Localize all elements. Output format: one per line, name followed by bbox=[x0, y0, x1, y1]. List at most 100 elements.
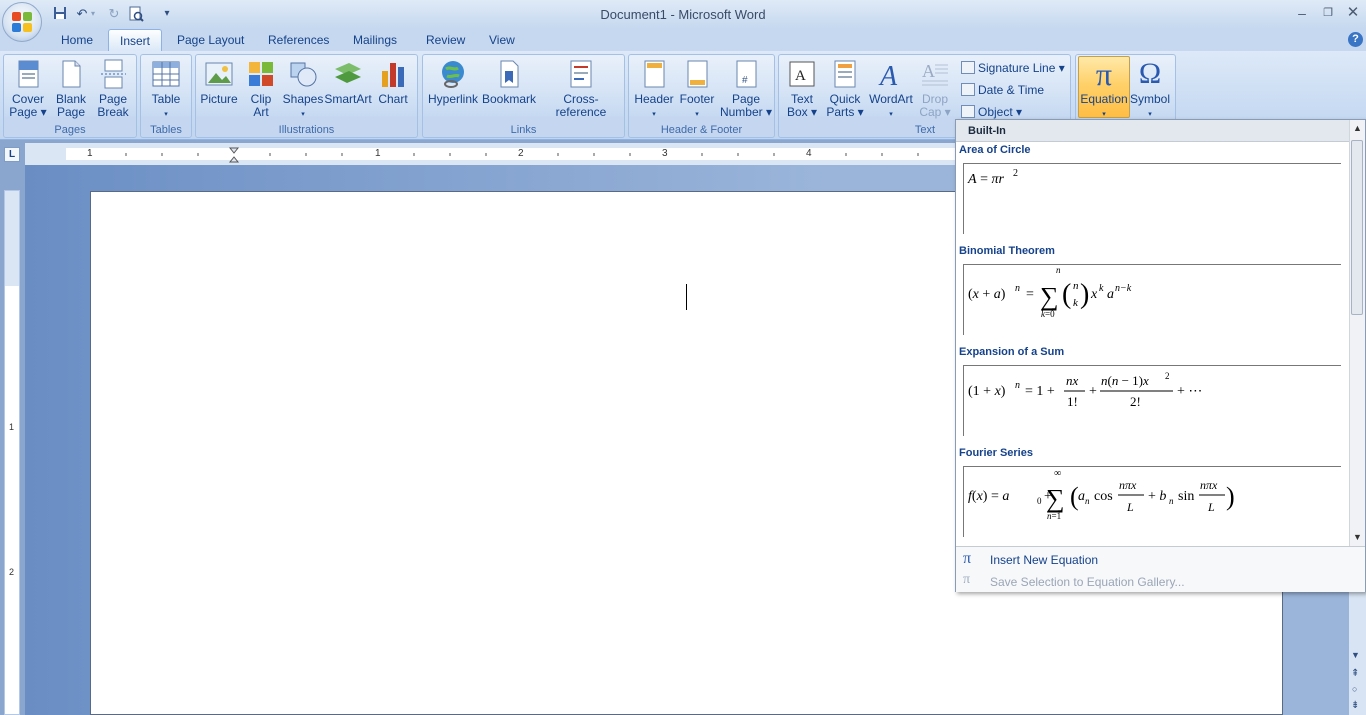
quick-parts-button[interactable]: Quick Parts ▾ bbox=[823, 59, 867, 119]
svg-text:2: 2 bbox=[1013, 168, 1018, 179]
date-time-label: Date & Time bbox=[978, 83, 1045, 97]
svg-text:+ b: + b bbox=[1148, 489, 1166, 504]
page-break-icon bbox=[101, 59, 126, 89]
object-button[interactable]: Object ▾ bbox=[961, 104, 1022, 120]
gallery-scroll-down-icon[interactable]: ▼ bbox=[1353, 532, 1362, 542]
wordart-dropdown-icon: ▾ bbox=[889, 111, 893, 118]
tab-view[interactable]: View bbox=[478, 29, 526, 51]
equation-item-expansion-of-a-sum[interactable]: (1 + x) n = 1 + nx 1! + n(n − 1)x 2 2! +… bbox=[963, 365, 1341, 436]
table-dropdown-icon: ▾ bbox=[164, 111, 168, 118]
expansion-of-a-sum-formula: (1 + x) n = 1 + nx 1! + n(n − 1)x 2 2! +… bbox=[968, 371, 1202, 409]
office-button[interactable] bbox=[2, 2, 42, 42]
svg-text:n: n bbox=[1015, 380, 1020, 391]
restore-icon[interactable]: ❐ bbox=[1316, 4, 1340, 22]
close-icon[interactable]: ✕ bbox=[1341, 4, 1365, 22]
page-break-label-1: Page bbox=[98, 92, 128, 106]
insert-new-equation-item[interactable]: Insert New Equation bbox=[990, 553, 1098, 567]
equation-button[interactable]: π Equation ▾ bbox=[1078, 56, 1130, 118]
svg-text:0: 0 bbox=[1037, 496, 1042, 506]
wordart-button[interactable]: A WordArt ▾ bbox=[867, 59, 915, 121]
symbol-button[interactable]: Ω Symbol ▾ bbox=[1127, 59, 1173, 121]
page-number-button[interactable]: # Page Number ▾ bbox=[719, 59, 773, 119]
undo-dropdown-icon[interactable]: ▾ bbox=[88, 6, 98, 22]
tab-page-layout[interactable]: Page Layout bbox=[166, 29, 255, 51]
signature-line-label: Signature Line ▾ bbox=[978, 61, 1065, 75]
svg-text:n(n − 1)x: n(n − 1)x bbox=[1101, 373, 1149, 388]
tab-mailings[interactable]: Mailings bbox=[342, 29, 408, 51]
symbol-label: Symbol bbox=[1129, 92, 1170, 106]
text-box-icon: A bbox=[789, 61, 815, 87]
tab-references[interactable]: References bbox=[257, 29, 340, 51]
equation-name-area-of-circle: Area of Circle bbox=[959, 144, 1031, 156]
text-box-button[interactable]: A Text Box ▾ bbox=[782, 59, 822, 119]
scroll-down-icon[interactable]: ▼ bbox=[1351, 650, 1360, 660]
table-button[interactable]: Table ▾ bbox=[144, 59, 188, 121]
equation-name-expansion-of-a-sum: Expansion of a Sum bbox=[959, 346, 1065, 358]
svg-text:k=0: k=0 bbox=[1041, 309, 1055, 319]
select-browse-object-icon[interactable]: ○ bbox=[1352, 684, 1357, 694]
svg-text:∑: ∑ bbox=[1046, 484, 1065, 513]
gallery-scroll-thumb[interactable] bbox=[1351, 140, 1363, 315]
cover-page-label-1: Cover bbox=[11, 92, 44, 106]
shapes-icon bbox=[290, 62, 317, 87]
customize-qat-icon[interactable]: ▾ bbox=[158, 6, 176, 22]
equation-item-area-of-circle[interactable]: A = πr 2 bbox=[963, 163, 1341, 234]
signature-line-button[interactable]: Signature Line ▾ bbox=[961, 60, 1065, 76]
help-icon[interactable]: ? bbox=[1348, 32, 1363, 47]
svg-text:= 1 +: = 1 + bbox=[1025, 384, 1055, 399]
clip-art-label-1: Clip bbox=[250, 92, 272, 106]
chart-button[interactable]: Chart bbox=[372, 59, 414, 106]
tab-home[interactable]: Home bbox=[50, 29, 104, 51]
header-button[interactable]: Header ▾ bbox=[632, 59, 676, 121]
chart-icon bbox=[382, 63, 404, 87]
ruler-label: 1 bbox=[375, 148, 381, 159]
smartart-button[interactable]: SmartArt bbox=[324, 59, 372, 106]
footer-label: Footer bbox=[679, 92, 715, 106]
cross-reference-button[interactable]: Cross-reference bbox=[539, 59, 623, 119]
bookmark-button[interactable]: Bookmark bbox=[481, 59, 537, 106]
print-preview-icon[interactable] bbox=[127, 6, 145, 22]
drop-cap-button[interactable]: A Drop Cap ▾ bbox=[915, 59, 955, 119]
redo-icon[interactable]: ↻ bbox=[105, 6, 123, 22]
equation-dropdown-icon: ▾ bbox=[1102, 111, 1106, 118]
pi-icon: π bbox=[1095, 56, 1113, 92]
shapes-button[interactable]: Shapes ▾ bbox=[282, 59, 324, 121]
tab-selector[interactable]: L bbox=[4, 147, 20, 162]
picture-button[interactable]: Picture bbox=[198, 59, 240, 106]
blank-page-icon bbox=[62, 60, 81, 88]
bookmark-label: Bookmark bbox=[481, 92, 537, 106]
blank-page-button[interactable]: Blank Page bbox=[50, 59, 92, 119]
group-header-footer: Header & Footer Header ▾ Footer ▾ # Page… bbox=[628, 54, 775, 138]
svg-text:n: n bbox=[1169, 496, 1174, 506]
page-break-button[interactable]: Page Break bbox=[92, 59, 134, 119]
svg-text:a: a bbox=[1107, 287, 1114, 302]
minimize-icon[interactable]: – bbox=[1290, 4, 1314, 22]
blank-page-label-1: Blank bbox=[55, 92, 87, 106]
tab-review[interactable]: Review bbox=[415, 29, 476, 51]
footer-button[interactable]: Footer ▾ bbox=[675, 59, 719, 121]
svg-text:a: a bbox=[1078, 489, 1085, 504]
date-time-icon bbox=[961, 83, 975, 96]
picture-label: Picture bbox=[200, 92, 238, 106]
group-label: Pages bbox=[54, 124, 86, 136]
bookmark-icon bbox=[500, 60, 519, 88]
equation-item-binomial-theorem[interactable]: (x + a) n = n ∑ k=0 ( n k ) x k a n−k bbox=[963, 264, 1341, 335]
date-time-button[interactable]: Date & Time bbox=[961, 82, 1044, 98]
svg-text:n=1: n=1 bbox=[1047, 511, 1061, 521]
hyperlink-button[interactable]: Hyperlink bbox=[426, 59, 480, 106]
header-label: Header bbox=[634, 92, 674, 106]
cover-page-button[interactable]: Cover Page ▾ bbox=[6, 59, 50, 119]
gallery-scroll-up-icon[interactable]: ▲ bbox=[1353, 123, 1362, 133]
svg-text:sin: sin bbox=[1178, 489, 1194, 504]
next-page-icon[interactable]: ⇟ bbox=[1351, 700, 1359, 711]
group-tables: Tables Table ▾ bbox=[140, 54, 192, 138]
svg-text:L: L bbox=[1126, 500, 1134, 514]
tab-insert[interactable]: Insert bbox=[108, 29, 163, 51]
clip-art-button[interactable]: Clip Art bbox=[242, 59, 280, 119]
previous-page-icon[interactable]: ⇞ bbox=[1351, 668, 1359, 679]
smartart-label: SmartArt bbox=[324, 92, 372, 106]
equation-item-fourier-series[interactable]: f(x) = a 0 + ∞ ∑ n=1 ( a n cos nπx L + b… bbox=[963, 466, 1341, 537]
save-selection-to-gallery-item[interactable]: Save Selection to Equation Gallery... bbox=[990, 575, 1185, 589]
svg-text:): ) bbox=[1226, 482, 1235, 511]
save-icon[interactable] bbox=[51, 6, 69, 22]
